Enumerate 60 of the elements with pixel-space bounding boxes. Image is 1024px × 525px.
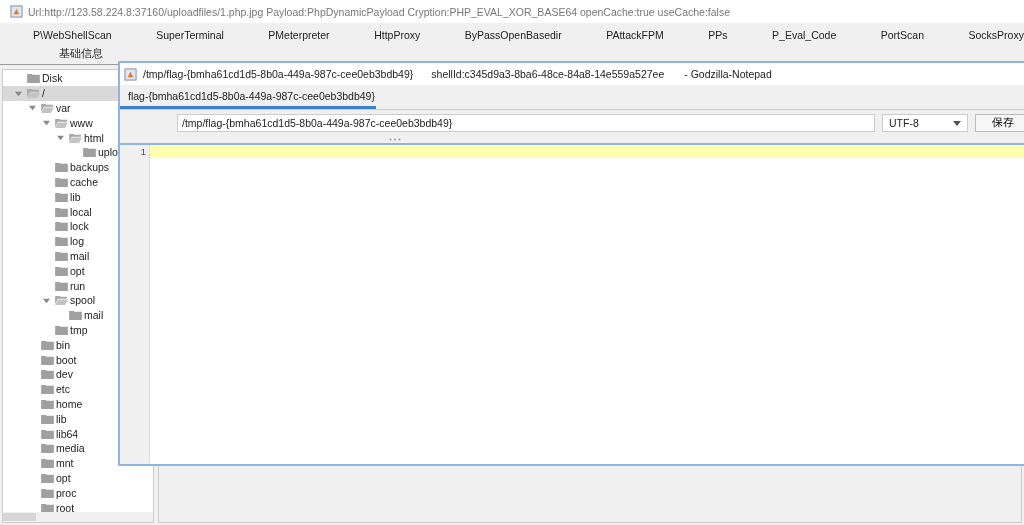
plugin-tab[interactable]: ByPassOpenBasedir xyxy=(464,28,562,41)
folder-icon xyxy=(55,176,68,187)
plugin-tab[interactable]: P_Eval_Code xyxy=(772,28,837,41)
window-title: Url:http://123.58.224.8:37160/uploadfiles/1.php.jpg Payload:PhpDynamicPayload Cryption:PHP_EVAL_XOR_BASE64 openCache:true useCache:false xyxy=(28,5,730,18)
folder-icon xyxy=(41,369,54,380)
splitter-grip-icon[interactable] xyxy=(389,138,401,141)
folder-icon xyxy=(55,162,68,173)
folder-icon xyxy=(41,384,54,395)
folder-icon xyxy=(41,428,54,439)
tree-item[interactable]: root xyxy=(3,500,153,512)
tree-item[interactable]: opt xyxy=(3,470,153,486)
folder-icon xyxy=(55,324,68,335)
scrollbar-thumb[interactable] xyxy=(3,513,36,521)
folder-icon xyxy=(41,398,54,409)
folder-icon xyxy=(83,147,96,158)
folder-icon xyxy=(41,443,54,454)
tree-item[interactable]: proc xyxy=(3,485,153,501)
folder-icon xyxy=(55,250,68,261)
folder-icon xyxy=(41,339,54,350)
folder-icon xyxy=(55,191,68,202)
open-folder-icon xyxy=(69,132,82,143)
folder-icon xyxy=(41,354,54,365)
folder-icon xyxy=(69,310,82,321)
plugin-tab[interactable]: P\WebShellScan xyxy=(33,28,112,41)
folder-icon xyxy=(41,487,54,498)
open-folder-icon xyxy=(27,88,40,99)
open-folder-icon xyxy=(55,295,68,306)
tree-item[interactable]: html xyxy=(3,130,153,145)
save-button[interactable]: 保存 xyxy=(975,114,1024,132)
plugin-tab[interactable]: SocksProxy xyxy=(968,28,1024,41)
folder-icon xyxy=(55,265,68,276)
folder-icon xyxy=(55,206,68,217)
app-name: - Godzilla-Notepad xyxy=(684,68,772,80)
dropdown-caret-icon[interactable] xyxy=(953,120,961,126)
open-folder-icon xyxy=(55,117,68,128)
folder-icon xyxy=(41,472,54,483)
notepad-title: /tmp/flag-{bmha61cd1d5-8b0a-449a-987c-cee0eb3bdb49} xyxy=(143,68,414,80)
plugin-tab[interactable]: SuperTerminal xyxy=(156,28,224,41)
plugin-tab[interactable]: PortScan xyxy=(880,28,924,41)
encoding-dropdown[interactable]: UTF-8 xyxy=(882,114,968,132)
function-tab[interactable]: 基础信息 xyxy=(59,46,103,61)
app-icon xyxy=(10,5,23,18)
plugin-tab[interactable]: PPs xyxy=(708,28,728,41)
line-number: 1 xyxy=(140,145,146,158)
path-field[interactable]: /tmp/flag-{bmha61cd1d5-8b0a-449a-987c-cee0eb3bdb49} xyxy=(177,114,875,132)
text-editor[interactable]: 1 xyxy=(120,145,1024,464)
plugin-tab[interactable]: PMeterpreter xyxy=(268,28,330,41)
plugin-tab[interactable]: HttpProxy xyxy=(374,28,421,41)
folder-icon xyxy=(41,458,54,469)
plugin-tab[interactable]: PAttackFPM xyxy=(606,28,664,41)
open-folder-icon xyxy=(41,103,54,113)
folder-icon xyxy=(55,221,68,232)
expand-arrow-icon[interactable] xyxy=(43,296,50,304)
shell-id: shellId:c345d9a3-8ba6-48ce-84a8-14e559a527ee xyxy=(431,68,665,80)
tree-item[interactable]: www xyxy=(3,115,153,131)
file-tab[interactable]: flag-{bmha61cd1d5-8b0a-449a-987c-cee0eb3bdb49} xyxy=(120,85,376,109)
folder-icon xyxy=(41,413,54,424)
folder-icon xyxy=(55,280,68,291)
folder-icon xyxy=(55,236,68,247)
app-icon xyxy=(124,67,137,81)
